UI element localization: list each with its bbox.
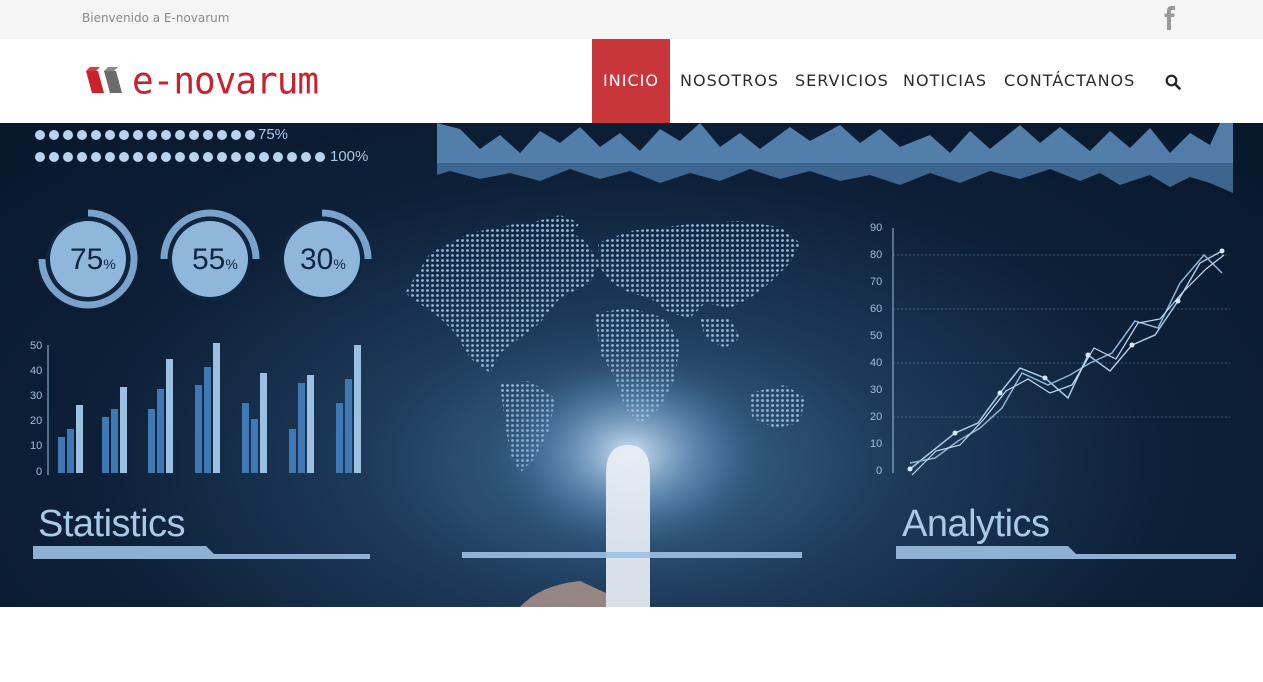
content-area (0, 607, 1263, 682)
hero-banner: 75% 100% 75% 55% 30% 50 40 30 20 10 0 90… (0, 123, 1263, 607)
right-tick-0: 0 (876, 465, 883, 477)
nav-nosotros[interactable]: NOSOTROS (680, 39, 779, 123)
nav-servicios[interactable]: SERVICIOS (795, 39, 889, 123)
center-underline (462, 552, 802, 558)
analytics-label: Analytics (902, 503, 1050, 545)
line-chart (892, 228, 1230, 476)
left-tick-30: 30 (30, 390, 43, 402)
right-tick-20: 20 (870, 411, 883, 423)
right-tick-10: 10 (870, 438, 883, 450)
hero-graphics (33, 123, 1236, 607)
analytics-underline (896, 546, 1236, 559)
nav-contactanos[interactable]: CONTÁCTANOS (1004, 39, 1135, 123)
right-tick-70: 70 (870, 276, 883, 288)
search-icon[interactable] (1165, 74, 1181, 90)
right-tick-80: 80 (870, 249, 883, 261)
site-header: e-novarum INICIO NOSOTROS SERVICIOS NOTI… (0, 39, 1263, 123)
welcome-text: Bienvenido a E-novarum (82, 11, 230, 25)
right-tick-90: 90 (870, 222, 883, 234)
right-tick-40: 40 (870, 357, 883, 369)
gauge-55-value: 55% (192, 243, 238, 276)
gauge-75-value: 75% (70, 243, 116, 276)
statistics-underline (33, 546, 370, 559)
dots-row-100 (35, 152, 325, 162)
top-bar: Bienvenido a E-novarum (0, 0, 1263, 39)
facebook-icon[interactable] (1162, 6, 1178, 30)
left-tick-50: 50 (30, 340, 43, 352)
gauge-30-value: 30% (300, 243, 346, 276)
dots-row-75 (35, 130, 255, 140)
left-tick-20: 20 (30, 415, 43, 427)
statistics-label: Statistics (38, 503, 186, 545)
nav-noticias[interactable]: NOTICIAS (903, 39, 987, 123)
nav-inicio[interactable]: INICIO (592, 39, 670, 123)
right-tick-50: 50 (870, 330, 883, 342)
logo-wordmark: e-novarum (132, 59, 319, 103)
right-tick-30: 30 (870, 384, 883, 396)
dots-100-label: 100% (330, 148, 369, 165)
bar-chart (47, 343, 361, 475)
left-tick-0: 0 (36, 466, 43, 478)
left-tick-10: 10 (30, 440, 43, 452)
site-logo[interactable]: e-novarum (84, 59, 319, 103)
dots-75-label: 75% (258, 126, 289, 143)
logo-mark-icon (86, 67, 122, 93)
right-tick-60: 60 (870, 303, 883, 315)
left-tick-40: 40 (30, 365, 43, 377)
